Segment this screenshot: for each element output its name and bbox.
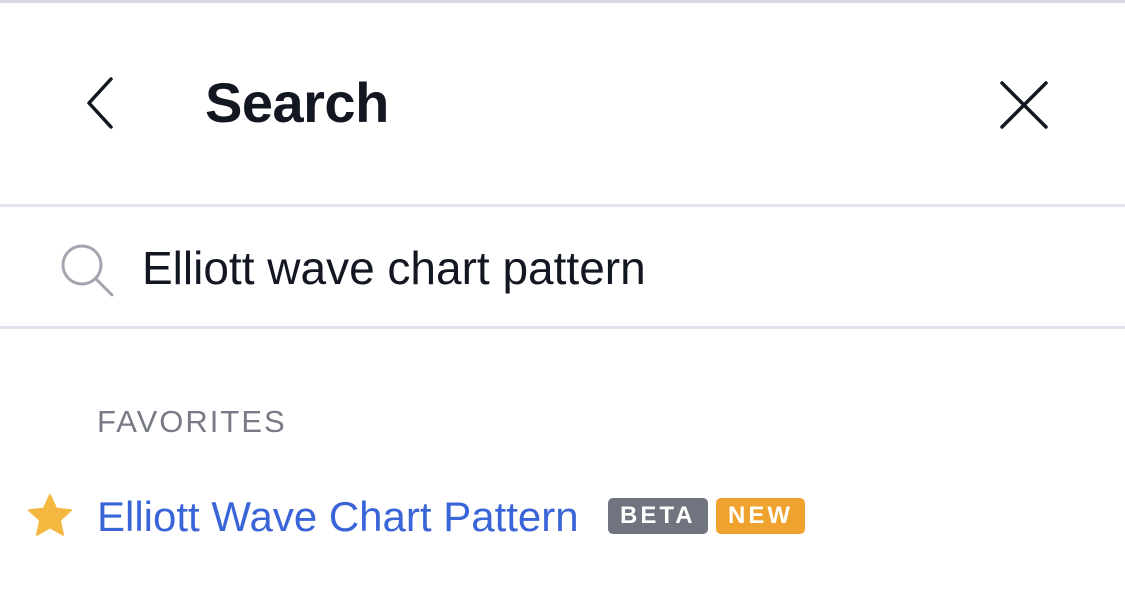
favorite-item-label[interactable]: Elliott Wave Chart Pattern — [97, 492, 579, 542]
search-panel: Search FAVORITES Elliott Wave Chart Patt… — [0, 0, 1125, 602]
new-badge: NEW — [716, 498, 805, 534]
page-title: Search — [205, 71, 389, 134]
search-bar — [0, 207, 1125, 326]
favorite-item[interactable]: Elliott Wave Chart Pattern BETA NEW — [0, 484, 1125, 550]
search-header: Search — [0, 3, 1125, 205]
chevron-left-icon — [87, 77, 113, 129]
beta-badge: BETA — [608, 498, 708, 534]
search-input[interactable] — [142, 233, 1082, 303]
close-button[interactable] — [992, 73, 1056, 137]
search-divider — [0, 326, 1125, 329]
back-button[interactable] — [72, 71, 128, 135]
search-icon — [61, 244, 114, 297]
close-icon — [1000, 81, 1048, 129]
favorites-section-label: FAVORITES — [97, 404, 287, 439]
star-icon — [28, 494, 72, 536]
